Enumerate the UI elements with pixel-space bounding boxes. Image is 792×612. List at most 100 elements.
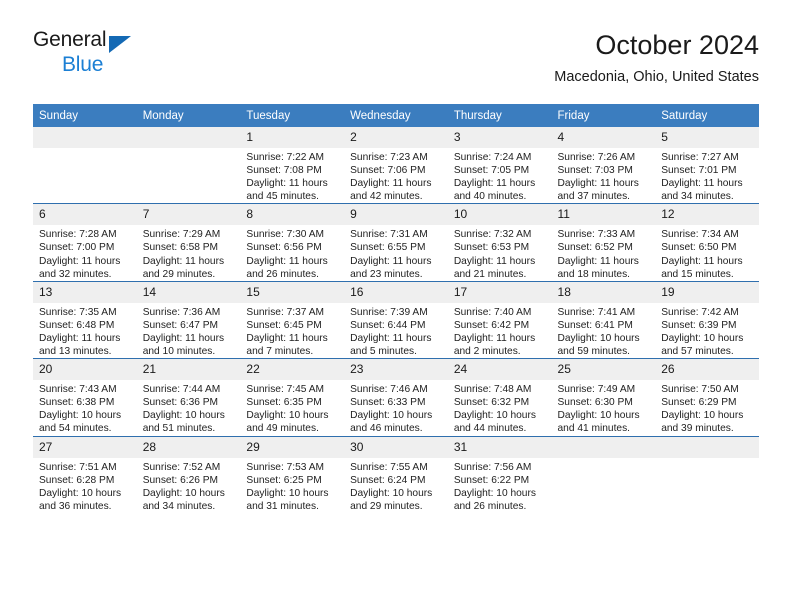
calendar-day-cell[interactable]: 19 Sunrise: 7:42 AM Sunset: 6:39 PM Dayligh… bbox=[655, 280, 759, 359]
calendar-day-cell[interactable]: 18 Sunrise: 7:41 AM Sunset: 6:41 PM Dayligh… bbox=[551, 280, 656, 359]
sunrise-text: Sunrise: 7:56 AM bbox=[453, 461, 532, 473]
calendar-day-cell[interactable]: 13 Sunrise: 7:35 AM Sunset: 6:48 PM Dayligh… bbox=[33, 280, 137, 359]
day-number: 22 bbox=[240, 359, 345, 381]
day-number: 2 bbox=[344, 127, 448, 148]
logo-generalblue[interactable]: General Blue bbox=[33, 28, 233, 84]
daylight-text-line1: Daylight: 11 hours bbox=[246, 332, 328, 344]
daylight-text-line2: and 57 minutes. bbox=[661, 346, 734, 358]
calendar-day-cell[interactable]: 14 Sunrise: 7:36 AM Sunset: 6:47 PM Dayligh… bbox=[136, 280, 241, 359]
sunrise-text: Sunrise: 7:51 AM bbox=[39, 461, 117, 473]
calendar-day-cell[interactable]: 5 Sunrise: 7:27 AM Sunset: 7:01 PM Daylight… bbox=[655, 127, 759, 204]
sunrise-text: Sunrise: 7:35 AM bbox=[39, 306, 117, 318]
calendar-day-cell[interactable]: 27 Sunrise: 7:51 AM Sunset: 6:28 PM Dayligh… bbox=[33, 435, 137, 513]
calendar-day-cell[interactable]: 20 Sunrise: 7:43 AM Sunset: 6:38 PM Dayligh… bbox=[33, 358, 137, 436]
calendar-day-cell[interactable]: 1 Sunrise: 7:22 AM Sunset: 7:08 PM Daylight… bbox=[240, 127, 345, 204]
day-sun-info: Sunrise: 7:31 AM Sunset: 6:55 PM Daylight:… bbox=[344, 225, 448, 280]
day-sun-info: Sunrise: 7:43 AM Sunset: 6:38 PM Daylight:… bbox=[33, 380, 137, 435]
daylight-text-line2: and 2 minutes. bbox=[453, 346, 521, 358]
calendar-day-cell[interactable]: 4 Sunrise: 7:26 AM Sunset: 7:03 PM Daylight… bbox=[551, 127, 656, 204]
calendar-day-cell[interactable]: 11 Sunrise: 7:33 AM Sunset: 6:52 PM Dayligh… bbox=[551, 203, 656, 282]
calendar-week-row: 1 Sunrise: 7:22 AM Sunset: 7:08 PM Daylight… bbox=[33, 127, 759, 204]
day-number bbox=[655, 436, 759, 458]
calendar-day-cell[interactable]: 21 Sunrise: 7:44 AM Sunset: 6:36 PM Dayligh… bbox=[136, 358, 241, 436]
day-sun-info: Sunrise: 7:45 AM Sunset: 6:35 PM Daylight:… bbox=[240, 380, 344, 435]
calendar-day-cell[interactable]: 8 Sunrise: 7:30 AM Sunset: 6:56 PM Daylight… bbox=[240, 203, 345, 282]
day-sun-info: Sunrise: 7:41 AM Sunset: 6:41 PM Daylight:… bbox=[552, 303, 656, 358]
sunrise-text: Sunrise: 7:37 AM bbox=[246, 306, 324, 318]
daylight-text-line1: Daylight: 11 hours bbox=[246, 178, 328, 190]
day-number: 25 bbox=[551, 359, 656, 381]
day-number: 27 bbox=[33, 436, 137, 458]
day-sun-info: Sunrise: 7:39 AM Sunset: 6:44 PM Daylight:… bbox=[344, 303, 448, 358]
sunset-text: Sunset: 7:01 PM bbox=[661, 165, 737, 177]
day-number: 26 bbox=[655, 359, 759, 381]
sunrise-text: Sunrise: 7:31 AM bbox=[350, 229, 428, 241]
calendar-day-cell[interactable]: 24 Sunrise: 7:48 AM Sunset: 6:32 PM Dayligh… bbox=[447, 358, 552, 436]
daylight-text-line2: and 23 minutes. bbox=[350, 268, 423, 280]
daylight-text-line2: and 42 minutes. bbox=[350, 191, 423, 203]
day-sun-info: Sunrise: 7:44 AM Sunset: 6:36 PM Daylight:… bbox=[137, 380, 241, 435]
calendar-day-cell[interactable]: 3 Sunrise: 7:24 AM Sunset: 7:05 PM Daylight… bbox=[447, 127, 552, 204]
day-number: 13 bbox=[33, 281, 137, 303]
calendar-day-cell[interactable]: 10 Sunrise: 7:32 AM Sunset: 6:53 PM Dayligh… bbox=[447, 203, 552, 282]
day-number: 6 bbox=[33, 204, 137, 226]
day-sun-info: Sunrise: 7:26 AM Sunset: 7:03 PM Daylight:… bbox=[552, 148, 656, 203]
daylight-text-line1: Daylight: 11 hours bbox=[453, 178, 536, 190]
day-sun-info: Sunrise: 7:30 AM Sunset: 6:56 PM Daylight:… bbox=[240, 225, 344, 280]
sunrise-text: Sunrise: 7:23 AM bbox=[350, 152, 428, 163]
calendar-day-cell[interactable]: 30 Sunrise: 7:55 AM Sunset: 6:24 PM Dayligh… bbox=[344, 435, 448, 513]
sunset-text: Sunset: 6:26 PM bbox=[142, 474, 219, 486]
daylight-text-line1: Daylight: 10 hours bbox=[453, 487, 536, 499]
daylight-text-line1: Daylight: 11 hours bbox=[142, 255, 225, 267]
calendar-day-cell[interactable]: 2 Sunrise: 7:23 AM Sunset: 7:06 PM Daylight… bbox=[344, 127, 448, 204]
day-number: 20 bbox=[33, 359, 137, 381]
daylight-text-line2: and 13 minutes. bbox=[39, 346, 112, 358]
sunset-text: Sunset: 6:32 PM bbox=[453, 397, 530, 409]
calendar-day-cell[interactable]: 12 Sunrise: 7:34 AM Sunset: 6:50 PM Dayligh… bbox=[655, 203, 759, 282]
calendar-week-row: 13 Sunrise: 7:35 AM Sunset: 6:48 PM Dayligh… bbox=[33, 280, 759, 359]
sunset-text: Sunset: 6:35 PM bbox=[246, 397, 322, 409]
sunset-text: Sunset: 6:58 PM bbox=[142, 242, 219, 254]
calendar-day-cell[interactable]: 25 Sunrise: 7:49 AM Sunset: 6:30 PM Dayligh… bbox=[551, 358, 656, 436]
daylight-text-line1: Daylight: 11 hours bbox=[350, 255, 432, 267]
sunset-text: Sunset: 6:55 PM bbox=[350, 242, 426, 254]
day-sun-info: Sunrise: 7:22 AM Sunset: 7:08 PM Daylight:… bbox=[240, 148, 344, 203]
calendar-day-cell[interactable]: 29 Sunrise: 7:53 AM Sunset: 6:25 PM Dayligh… bbox=[240, 435, 345, 513]
daylight-text-line2: and 51 minutes. bbox=[142, 423, 216, 435]
sunset-text: Sunset: 7:00 PM bbox=[39, 242, 115, 254]
calendar-day-cell[interactable]: 23 Sunrise: 7:46 AM Sunset: 6:33 PM Dayligh… bbox=[344, 358, 448, 436]
sunrise-text: Sunrise: 7:29 AM bbox=[142, 229, 221, 241]
sunrise-text: Sunrise: 7:26 AM bbox=[557, 152, 636, 163]
day-number: 15 bbox=[240, 281, 345, 303]
daylight-text-line1: Daylight: 10 hours bbox=[142, 410, 225, 422]
day-number: 3 bbox=[447, 127, 552, 148]
calendar-day-cell[interactable]: 9 Sunrise: 7:31 AM Sunset: 6:55 PM Daylight… bbox=[344, 203, 448, 282]
daylight-text-line1: Daylight: 11 hours bbox=[453, 255, 536, 267]
weekday-header-thursday: Thursday bbox=[447, 104, 552, 127]
daylight-text-line1: Daylight: 10 hours bbox=[39, 487, 122, 499]
calendar-day-cell[interactable]: 15 Sunrise: 7:37 AM Sunset: 6:45 PM Dayligh… bbox=[240, 280, 345, 359]
day-sun-info: Sunrise: 7:37 AM Sunset: 6:45 PM Daylight:… bbox=[240, 303, 344, 358]
calendar-day-cell[interactable]: 16 Sunrise: 7:39 AM Sunset: 6:44 PM Dayligh… bbox=[344, 280, 448, 359]
calendar-day-cell[interactable]: 22 Sunrise: 7:45 AM Sunset: 6:35 PM Dayligh… bbox=[240, 358, 345, 436]
day-sun-info: Sunrise: 7:53 AM Sunset: 6:25 PM Daylight:… bbox=[240, 458, 344, 513]
sunrise-text: Sunrise: 7:28 AM bbox=[39, 229, 117, 241]
sunset-text: Sunset: 6:33 PM bbox=[350, 397, 426, 409]
daylight-text-line2: and 5 minutes. bbox=[350, 346, 417, 358]
calendar-day-cell[interactable]: 28 Sunrise: 7:52 AM Sunset: 6:26 PM Dayligh… bbox=[136, 435, 241, 513]
calendar-day-cell[interactable]: 6 Sunrise: 7:28 AM Sunset: 7:00 PM Daylight… bbox=[33, 203, 137, 282]
calendar-day-cell[interactable]: 31 Sunrise: 7:56 AM Sunset: 6:22 PM Dayligh… bbox=[447, 435, 552, 513]
day-number: 9 bbox=[344, 204, 448, 226]
daylight-text-line2: and 29 minutes. bbox=[142, 268, 216, 280]
sunset-text: Sunset: 6:41 PM bbox=[557, 319, 633, 331]
daylight-text-line2: and 21 minutes. bbox=[453, 268, 527, 280]
daylight-text-line2: and 54 minutes. bbox=[39, 423, 112, 435]
sunrise-text: Sunrise: 7:40 AM bbox=[453, 306, 532, 318]
calendar-day-cell[interactable]: 7 Sunrise: 7:29 AM Sunset: 6:58 PM Daylight… bbox=[136, 203, 241, 282]
calendar-day-cell[interactable]: 17 Sunrise: 7:40 AM Sunset: 6:42 PM Dayligh… bbox=[447, 280, 552, 359]
day-number: 31 bbox=[447, 436, 552, 458]
day-sun-info: Sunrise: 7:23 AM Sunset: 7:06 PM Daylight:… bbox=[344, 148, 448, 203]
logo-text-blue: Blue bbox=[62, 53, 104, 76]
day-number: 21 bbox=[136, 359, 241, 381]
calendar-day-cell[interactable]: 26 Sunrise: 7:50 AM Sunset: 6:29 PM Dayligh… bbox=[655, 358, 759, 436]
